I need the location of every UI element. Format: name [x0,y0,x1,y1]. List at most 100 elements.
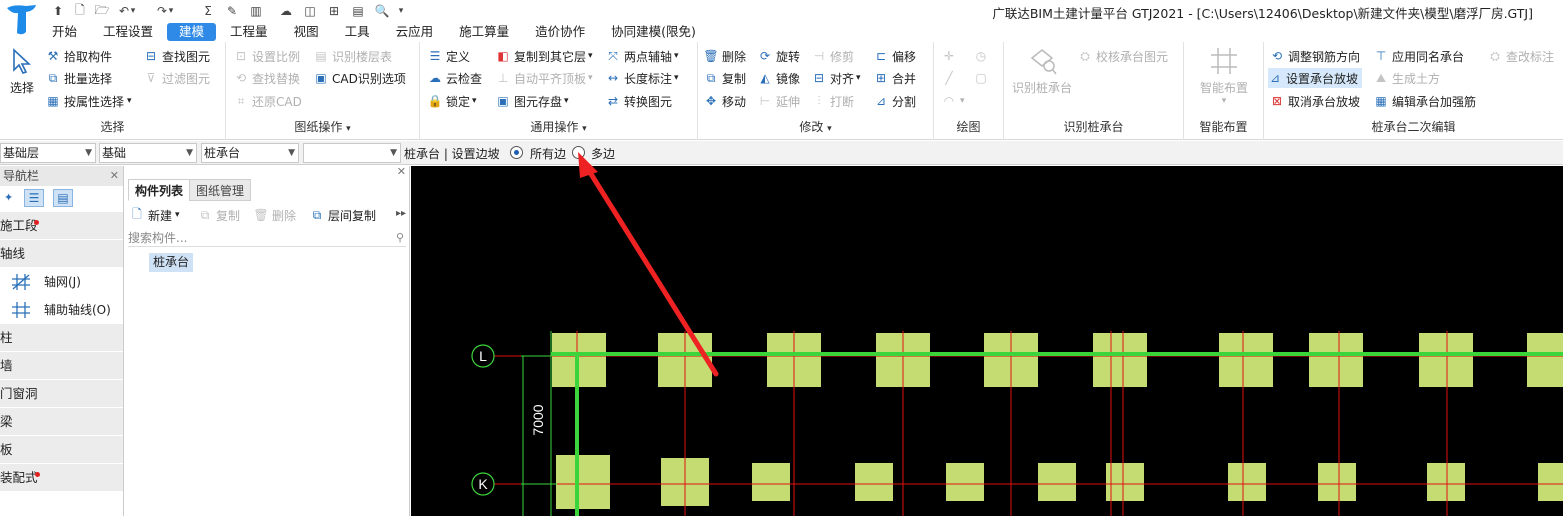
pile-cap[interactable] [752,463,790,501]
tab-cloud-apps[interactable]: 云应用 [384,23,446,41]
nav-category-column[interactable]: 柱 [0,324,123,352]
edit-annotation-button[interactable]: ⛭ 查改标注 [1488,46,1554,66]
pile-cap[interactable] [1527,333,1563,387]
group-drawing-ops-label[interactable]: 图纸操作 ▾ [226,118,419,135]
apply-same-cap-button[interactable]: ⊤ 应用同名承台 [1374,46,1464,66]
pile-cap[interactable] [1093,333,1147,387]
group-modify-label[interactable]: 修改 ▾ [698,118,933,135]
edit-icon[interactable]: ✎ [224,3,240,19]
batch-select-button[interactable]: ⧉ 批量选择 [46,68,112,88]
search-input[interactable]: 搜索构件... ⚲ [128,229,406,247]
tab-project-settings[interactable]: 工程设置 [91,23,165,41]
save-icon[interactable]: ⬆ [50,3,66,19]
select-button[interactable]: 选择 [6,48,38,100]
report-icon[interactable]: ▥ [248,3,264,19]
delete-button[interactable]: 🗑 删除 [703,46,746,66]
close-icon[interactable]: ✕ [110,166,119,186]
extra-select[interactable]: ▼ [303,143,401,163]
rotate-button[interactable]: ⟳ 旋转 [758,46,800,66]
break-button[interactable]: ⫶ 打断 [812,91,854,111]
cancel-cap-slope-button[interactable]: ⊠ 取消承台放坡 [1270,91,1360,111]
component-item-pile-cap[interactable]: 桩承台 [149,253,194,272]
convert-element-button[interactable]: ⇄ 转换图元 [606,91,672,111]
offset-button[interactable]: ⊏ 偏移 [874,46,916,66]
group-common-ops-label[interactable]: 通用操作 ▾ [420,118,697,135]
pile-cap[interactable] [556,455,610,509]
more-icon[interactable]: ▸▸ [396,208,406,219]
tab-cost-collab[interactable]: 造价协作 [523,23,597,41]
nav-category-construction-section[interactable]: 施工段 [0,212,123,240]
tab-construction-calc[interactable]: 施工算量 [447,23,521,41]
tab-modeling[interactable]: 建模 [167,23,217,41]
select-by-property-button[interactable]: ▦ 按属性选择 ▾ [46,91,131,111]
draw-rect-button[interactable]: ▢ [974,68,992,88]
pile-cap[interactable] [1106,463,1144,501]
tab-component-list[interactable]: 构件列表 [128,179,191,201]
nav-category-beam[interactable]: 梁 [0,408,123,436]
save-element-button[interactable]: ▣ 图元存盘 ▾ [496,91,568,111]
tab-quantities[interactable]: 工程量 [218,23,280,41]
cloud-icon[interactable]: ☁ [278,3,294,19]
axis-bubble-l[interactable]: L [471,344,495,368]
detail-view-icon[interactable]: ▤ [53,189,73,207]
new-file-icon[interactable]: 🗋 [72,3,88,19]
set-cap-slope-button[interactable]: ⊿ 设置承台放坡 [1268,68,1363,88]
copy-to-other-floor-button[interactable]: ◧ 复制到其它层 ▾ [496,46,592,66]
find-element-button[interactable]: ⊟ 查找图元 [144,46,210,66]
filter-element-button[interactable]: ⊽ 过滤图元 [144,68,210,88]
nav-category-door-window[interactable]: 门窗洞 [0,380,123,408]
nav-category-slab[interactable]: 板 [0,436,123,464]
tab-tools[interactable]: 工具 [333,23,382,41]
lock-button[interactable]: 🔒 锁定 ▾ [428,91,477,111]
mirror-button[interactable]: ◭ 镜像 [758,68,800,88]
radio-multi-edges[interactable] [572,146,585,159]
tab-start[interactable]: 开始 [40,23,89,41]
trim-button[interactable]: ⊣ 修剪 [812,46,854,66]
nav-category-axis[interactable]: 轴线 [0,240,123,268]
open-folder-icon[interactable]: 🗁 [94,3,110,19]
component-select[interactable]: 桩承台 ▼ [201,143,299,163]
nav-item-aux-axis[interactable]: 辅助轴线(O) [0,296,123,324]
type-select[interactable]: 基础 ▼ [99,143,197,163]
set-scale-button[interactable]: ⊡ 设置比例 [234,46,300,66]
nav-category-wall[interactable]: 墙 [0,352,123,380]
draw-arc-button[interactable]: ◠ ▾ [942,91,965,111]
identify-pile-cap-button[interactable]: 识别桩承台 [1010,46,1074,102]
draw-rotate-point-button[interactable]: ◷ [974,46,992,66]
cloud-check-button[interactable]: ☁ 云检查 [428,68,482,88]
floor-copy-button[interactable]: ⧉ 层间复制 [310,205,376,225]
tab-collab-modeling[interactable]: 协同建模(限免) [599,23,708,41]
delete-component-button[interactable]: 🗑 删除 [253,205,296,225]
drawing-canvas[interactable]: L K 7000 [411,166,1563,516]
auto-align-slab-button[interactable]: ⊥ 自动平齐顶板 ▾ [496,68,593,88]
view-icon[interactable]: ◫ [302,3,318,19]
axis-bubble-k[interactable]: K [471,472,495,496]
smart-layout-button[interactable]: 智能布置 ▾ [1190,46,1258,112]
pick-component-button[interactable]: ⚒ 拾取构件 [46,46,112,66]
pile-cap[interactable] [1419,333,1473,387]
radio-all-edges[interactable] [510,146,523,159]
new-component-button[interactable]: 🗋 新建 ▾ [130,205,179,225]
copy-component-button[interactable]: ⧉ 复制 [198,205,240,225]
find-file-icon[interactable]: 🔍 [374,3,390,19]
two-point-axis-button[interactable]: ⤧ 两点辅轴 ▾ [606,46,678,66]
list-view-icon[interactable]: ☰ [24,189,44,207]
pile-cap[interactable] [1228,463,1266,501]
grid-icon[interactable]: ⊞ [326,3,342,19]
edit-cap-rebar-button[interactable]: ▦ 编辑承台加强筋 [1374,91,1476,111]
pile-cap[interactable] [1038,463,1076,501]
move-button[interactable]: ✥ 移动 [704,91,746,111]
merge-button[interactable]: ⊞ 合并 [874,68,916,88]
align-button[interactable]: ⊟ 对齐 ▾ [812,68,861,88]
pile-cap[interactable] [1427,463,1465,501]
pile-cap[interactable] [1538,463,1563,501]
define-button[interactable]: ☰ 定义 [428,46,470,66]
extend-button[interactable]: ⊢ 延伸 [758,91,800,111]
split-button[interactable]: ⊿ 分割 [874,91,916,111]
verify-cap-button[interactable]: ⛭ 校核承台图元 [1078,46,1168,66]
redo-dropdown-icon[interactable]: ▾ [166,3,176,19]
generate-earthwork-button[interactable]: ⛰ 生成土方 [1374,68,1440,88]
identify-floor-table-button[interactable]: ▤ 识别楼层表 [314,46,392,66]
close-icon[interactable]: ✕ [397,165,406,178]
pile-cap[interactable] [1318,463,1356,501]
